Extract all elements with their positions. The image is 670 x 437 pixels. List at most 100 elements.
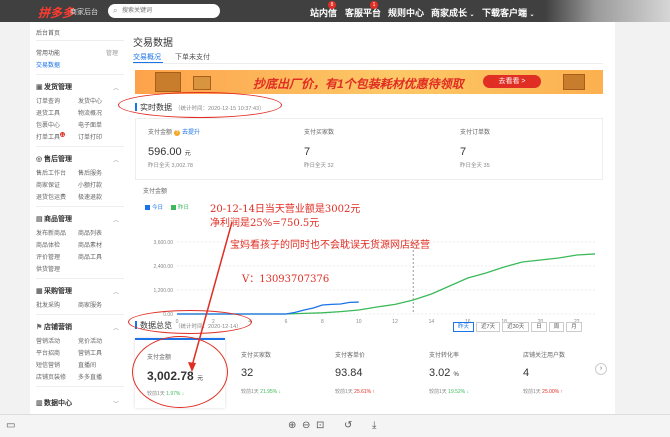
sidebar-item[interactable]: 订单打印 xyxy=(78,132,102,141)
range-yesterday[interactable]: 昨天 xyxy=(453,322,475,332)
y-tick-label: 2,400.00 xyxy=(154,264,174,270)
annotation-text: V：13093707376 xyxy=(242,274,330,285)
sidebar-item[interactable]: 售后服务 xyxy=(78,168,102,177)
chevron-up-icon[interactable]: ︿ xyxy=(113,155,119,164)
zoom-in-icon[interactable]: ⊕ xyxy=(288,420,296,431)
sidebar-item[interactable]: 售后工作台 xyxy=(36,168,66,177)
sidebar-item[interactable]: 商家服务 xyxy=(78,300,102,309)
page-title: 交易数据 xyxy=(133,38,173,49)
sidebar-item[interactable]: 打单工具11 xyxy=(36,132,66,141)
sidebar-item[interactable]: 订单查询 xyxy=(36,96,60,105)
sidebar-item[interactable]: 营销工具 xyxy=(78,348,102,357)
sidebar-section-purchase[interactable]: ▦采购管理 xyxy=(36,286,72,296)
realtime-panel: 支付金额? 去提升 596.00 元 昨日全天 3,002.78 支付买家数 7 … xyxy=(135,118,603,180)
flag-icon: ⚑ xyxy=(36,324,43,331)
chevron-down-icon[interactable]: ﹀ xyxy=(113,399,119,408)
sidebar-section-shipping[interactable]: ▣发货管理 xyxy=(36,82,72,92)
nav-rules[interactable]: 规则中心 xyxy=(388,6,424,19)
sidebar-item[interactable]: 极速退款 xyxy=(78,192,102,201)
sidebar-item[interactable]: 评价管理 xyxy=(36,252,60,261)
chevron-up-icon[interactable]: ︿ xyxy=(113,215,119,224)
arrow-down-icon: ↓ xyxy=(278,389,282,395)
sidebar-item[interactable]: 供货管理 xyxy=(36,264,60,273)
service-icon: ◎ xyxy=(36,156,43,163)
metric-pay-orders: 支付订单数 7 昨日全天 35 xyxy=(460,130,491,169)
sidebar-section-marketing[interactable]: ⚑ 店铺营销 xyxy=(36,322,72,332)
sidebar-section-goods[interactable]: ▤商品管理 xyxy=(36,214,72,224)
sidebar-section-data-center[interactable]: ▥数据中心 xyxy=(36,398,72,408)
sidebar-item[interactable]: 包裹中心 xyxy=(36,120,60,129)
x-tick-label: 10 xyxy=(356,319,362,325)
chart-icon: ▥ xyxy=(36,400,43,407)
sidebar-item[interactable]: 商家保证 xyxy=(36,180,60,189)
range-month[interactable]: 月 xyxy=(566,322,582,332)
chevron-up-icon[interactable]: ︿ xyxy=(113,323,119,332)
range-buttons: 昨天 近7天 近30天日周月 xyxy=(451,322,582,332)
tab-unpaid-orders[interactable]: 下单未支付 xyxy=(175,52,210,62)
improve-link[interactable]: 去提升 xyxy=(182,130,200,136)
chevron-up-icon[interactable]: ︿ xyxy=(113,83,119,92)
card-pay-buyers[interactable]: 支付买家数 32 较前1天 21.95% ↓ xyxy=(229,338,319,408)
sidebar-item[interactable]: 退货工具 xyxy=(36,108,60,117)
sidebar-common: 常用功能 xyxy=(36,51,61,57)
range-30days[interactable]: 近30天 xyxy=(502,322,530,332)
sidebar-item[interactable]: 营销活动 xyxy=(36,336,60,345)
metric-pay-buyers: 支付买家数 7 昨日全天 32 xyxy=(304,130,335,169)
sidebar-home[interactable]: 后台首页 xyxy=(36,28,60,37)
box-icon xyxy=(563,74,585,90)
chevron-up-icon[interactable]: ︿ xyxy=(113,287,119,296)
download-icon[interactable]: ⤓ xyxy=(372,420,376,431)
annotation-ellipse xyxy=(128,310,252,334)
service-badge: 1 xyxy=(370,1,378,9)
sidebar-item[interactable]: 商品体检 xyxy=(36,240,60,249)
sidebar-item[interactable]: 商品工具 xyxy=(78,252,102,261)
messages-badge: 8 xyxy=(328,1,336,9)
sidebar-item[interactable]: 店铺页装修 xyxy=(36,372,66,381)
nav-download-client[interactable]: 下载客户端 ⌄ xyxy=(482,6,535,19)
banner-button[interactable]: 去看看 > xyxy=(483,75,541,88)
box-icon: ▤ xyxy=(36,216,43,223)
zoom-out-icon[interactable]: ⊖ xyxy=(302,420,310,431)
sidebar-item[interactable]: 小额打款 xyxy=(78,180,102,189)
sidebar-item[interactable]: 直播间 xyxy=(78,360,96,369)
top-bar: 拼多多 商家后台 ⌕ 站内信 8 客服平台 1 规则中心 商家成长 ⌄ 下载客户… xyxy=(0,0,670,22)
sidebar-item[interactable]: 短信营销 xyxy=(36,360,60,369)
undo-icon[interactable]: ↺ xyxy=(344,420,352,431)
card-unit-price[interactable]: 支付客单价 93.84 较前1天 25.61% ↑ xyxy=(323,338,413,408)
card-followers[interactable]: 店铺关注用户数 4 较前1天 25.00% ↑ xyxy=(511,338,601,408)
sidebar-item[interactable]: 批发采购 xyxy=(36,300,60,309)
fit-icon[interactable]: ⊡ xyxy=(316,420,324,431)
sidebar-item[interactable]: 发布新商品 xyxy=(36,228,66,237)
sidebar-item[interactable]: 商品素材 xyxy=(78,240,102,249)
cart-icon: ▦ xyxy=(36,288,43,295)
logo[interactable]: 拼多多 xyxy=(38,4,74,21)
sidebar-section-aftersale[interactable]: ◎ 售后管理 xyxy=(36,154,72,164)
sidebar-item[interactable]: 商品列表 xyxy=(78,228,102,237)
sidebar-item[interactable]: 发货中心 xyxy=(78,96,102,105)
search-input[interactable] xyxy=(122,6,214,16)
tab-trade-overview[interactable]: 交易概况 xyxy=(133,52,161,62)
range-7days[interactable]: 近7天 xyxy=(476,322,501,332)
promo-banner[interactable]: 抄底出厂价，有1个包装耗材优惠待领取 去看看 > xyxy=(135,70,603,94)
series-line-yesterday xyxy=(177,253,596,315)
chevron-right-icon[interactable]: › xyxy=(595,363,607,375)
search-box[interactable]: ⌕ xyxy=(108,4,220,18)
x-tick-label: 14 xyxy=(429,319,435,325)
sidebar-trade-data[interactable]: 交易数据 xyxy=(36,60,60,69)
truck-icon: ▣ xyxy=(36,84,43,91)
sidebar-item[interactable]: 多多直播 xyxy=(78,372,102,381)
annotation-ellipse xyxy=(118,92,282,118)
banner-text: 抄底出厂价，有1个包装耗材优惠待领取 xyxy=(253,77,464,91)
sidebar-item[interactable]: 平台招商 xyxy=(36,348,60,357)
card-conversion[interactable]: 支付转化率 3.02 % 较前1天 19.52% ↓ xyxy=(417,338,507,408)
nav-growth[interactable]: 商家成长 ⌄ xyxy=(431,6,475,19)
range-week[interactable]: 周 xyxy=(548,322,565,332)
range-day[interactable]: 日 xyxy=(531,322,547,332)
sidebar-item[interactable]: 电子面单 xyxy=(78,120,102,129)
sidebar-toggle-icon[interactable]: ▭ xyxy=(6,420,15,431)
viewer-toolbar: ▭ ⊕ ⊖ ⊡ ↺ ⤓ xyxy=(0,414,670,437)
sidebar-item[interactable]: 退货包运费 xyxy=(36,192,66,201)
sidebar-item[interactable]: 竞价活动 xyxy=(78,336,102,345)
sidebar-manage[interactable]: 管理 xyxy=(106,48,118,57)
sidebar-item[interactable]: 物流概况 xyxy=(78,108,102,117)
